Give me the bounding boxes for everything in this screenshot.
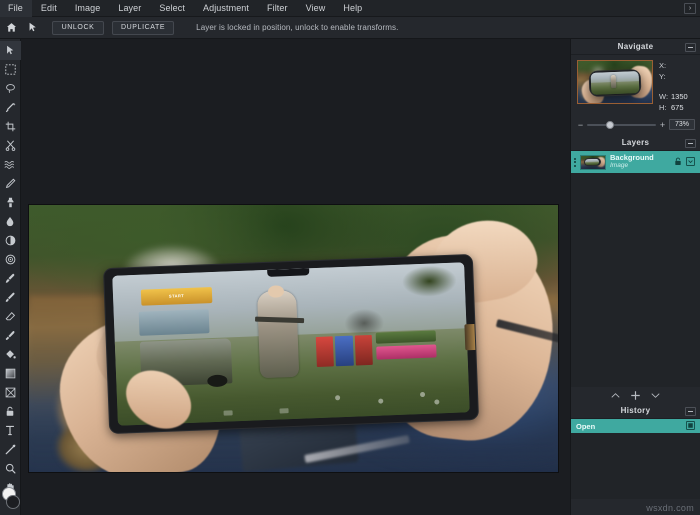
shape-tool[interactable] [0, 383, 21, 402]
history-list-empty-area[interactable] [571, 433, 700, 499]
layer-name: Background [610, 153, 654, 162]
lasso-tool[interactable] [0, 79, 21, 98]
lock-tool[interactable] [0, 402, 21, 421]
game-hud-start-label: START [140, 286, 212, 306]
navigate-panel-header: Navigate [571, 39, 700, 55]
layers-list-empty-area[interactable] [571, 173, 700, 387]
navigate-collapse-button[interactable] [685, 43, 696, 52]
photo-content: START [29, 205, 558, 472]
menu-item-layer[interactable]: Layer [109, 0, 150, 17]
unlock-button[interactable]: UNLOCK [52, 20, 104, 35]
clone-stamp-tool[interactable] [0, 193, 21, 212]
history-snapshot-icon[interactable] [686, 417, 695, 435]
line-tool[interactable] [0, 440, 21, 459]
pencil-tool[interactable] [0, 174, 21, 193]
menu-item-file[interactable]: File [0, 0, 32, 17]
paint-bucket-tool[interactable] [0, 345, 21, 364]
move-layer-up-icon[interactable] [611, 392, 620, 399]
nav-y-label: Y: [659, 72, 666, 81]
layers-panel-header: Layers [571, 135, 700, 151]
option-bar: UNLOCK DUPLICATE Layer is locked in posi… [0, 17, 700, 39]
drag-handle-icon[interactable] [574, 157, 576, 167]
menu-item-edit[interactable]: Edit [32, 0, 66, 17]
move-tool-icon[interactable] [22, 17, 44, 39]
menu-item-help[interactable]: Help [334, 0, 371, 17]
right-panel: Navigate X: Y: W: 1350 H: 675 − + 73% La… [570, 39, 700, 515]
layers-panel-title: Layers [621, 138, 650, 147]
layer-kind: Image [610, 162, 629, 169]
paint-brush-tool[interactable] [0, 288, 21, 307]
history-panel-title: History [620, 406, 651, 415]
nav-h-value: 675 [671, 103, 684, 112]
gradient-tool[interactable] [0, 364, 21, 383]
nav-h-label: H: [659, 103, 667, 112]
layer-row-background[interactable]: Background Image [571, 151, 700, 173]
artboard-image[interactable]: START [29, 205, 558, 472]
ink-tool[interactable] [0, 326, 21, 345]
text-tool[interactable] [0, 421, 21, 440]
nav-w-label: W: [659, 92, 669, 101]
home-icon[interactable] [0, 17, 22, 39]
zoom-out-button[interactable]: − [577, 120, 584, 130]
brush-tool[interactable] [0, 269, 21, 288]
navigate-thumbnail[interactable] [577, 60, 653, 104]
canvas-area[interactable]: START [21, 39, 570, 515]
history-collapse-button[interactable] [685, 407, 696, 416]
liquify-tool[interactable] [0, 155, 21, 174]
navigate-panel-title: Navigate [617, 42, 654, 51]
menu-bar: File Edit Image Layer Select Adjustment … [0, 0, 700, 17]
navigate-panel-body: X: Y: W: 1350 H: 675 [571, 55, 700, 117]
background-color-swatch[interactable] [6, 495, 20, 509]
history-item-open[interactable]: Open [571, 419, 700, 433]
zoom-control: − + 73% [571, 117, 700, 135]
layer-meta: Background Image [610, 154, 670, 170]
nav-w-value: 1350 [671, 92, 688, 101]
lock-icon[interactable] [674, 153, 682, 171]
history-item-label: Open [576, 421, 596, 431]
add-layer-icon[interactable] [630, 390, 641, 401]
color-swatches[interactable] [1, 487, 21, 511]
nav-x-label: X: [659, 61, 667, 70]
layers-collapse-button[interactable] [685, 139, 696, 148]
duplicate-button[interactable]: DUPLICATE [112, 20, 175, 35]
layer-thumbnail [580, 154, 606, 170]
menu-item-select[interactable]: Select [150, 0, 194, 17]
sharpen-tool[interactable] [0, 250, 21, 269]
menu-item-image[interactable]: Image [66, 0, 110, 17]
move-layer-down-icon[interactable] [651, 392, 660, 399]
tool-palette [0, 39, 21, 515]
menu-item-filter[interactable]: Filter [258, 0, 297, 17]
window-expand-button[interactable]: › [684, 3, 696, 14]
blur-drop-tool[interactable] [0, 212, 21, 231]
marquee-select-tool[interactable] [0, 60, 21, 79]
layer-lock-status-text: Layer is locked in position, unlock to e… [196, 23, 399, 32]
zoom-level-field[interactable]: 73% [669, 119, 695, 130]
zoom-slider-track[interactable] [587, 120, 656, 129]
zoom-slider-handle[interactable] [606, 120, 615, 129]
magic-wand-tool[interactable] [0, 98, 21, 117]
navigate-fields: X: Y: W: 1350 H: 675 [659, 60, 694, 113]
layer-actions [674, 153, 695, 171]
crop-tool[interactable] [0, 117, 21, 136]
zoom-in-button[interactable]: + [659, 120, 666, 130]
layer-options-dropdown-icon[interactable] [686, 153, 695, 171]
dodge-burn-tool[interactable] [0, 231, 21, 250]
menu-item-view[interactable]: View [297, 0, 335, 17]
layer-controls [571, 387, 700, 403]
zoom-tool[interactable] [0, 459, 21, 478]
image-editor-window: File Edit Image Layer Select Adjustment … [0, 0, 700, 515]
menu-item-adjustment[interactable]: Adjustment [194, 0, 258, 17]
scissors-tool[interactable] [0, 136, 21, 155]
eraser-tool[interactable] [0, 307, 21, 326]
watermark: wsxdn.com [646, 503, 694, 513]
move-tool[interactable] [0, 41, 21, 60]
history-panel-header: History [571, 403, 700, 419]
